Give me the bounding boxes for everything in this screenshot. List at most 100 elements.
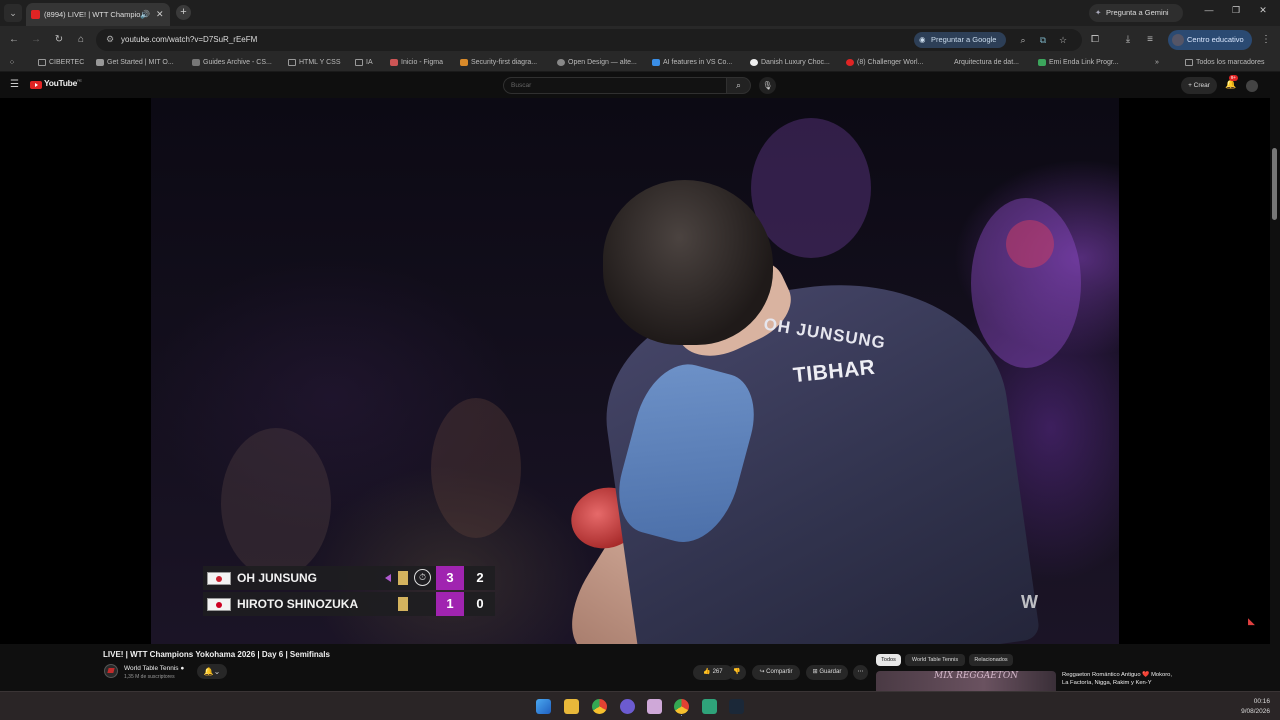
search-button[interactable]: ⌕	[727, 77, 751, 94]
file-explorer-icon[interactable]	[564, 699, 579, 714]
steam-icon[interactable]	[729, 699, 744, 714]
bookmark-label: IA	[366, 59, 373, 66]
url-text: youtube.com/watch?v=D7SuR_rEeFM	[121, 35, 258, 44]
minimize-icon[interactable]: —	[1202, 5, 1216, 15]
save-label: Guardar	[819, 669, 842, 675]
media-control-icon[interactable]: ≡	[1143, 33, 1157, 47]
bookmark-item[interactable]: CIBERTEC	[38, 54, 84, 71]
create-button[interactable]: + Crear	[1181, 77, 1217, 94]
bookmark-item[interactable]: Inicio - Figma	[390, 54, 443, 71]
youtube-logo-icon[interactable]	[30, 81, 42, 89]
window-close-icon[interactable]: ✕	[1256, 5, 1270, 16]
points-score: 2	[476, 570, 484, 585]
channel-name[interactable]: World Table Tennis ●	[124, 665, 184, 672]
ask-google-button[interactable]: ◉ Preguntar a Google	[914, 32, 1006, 48]
system-clock[interactable]: 00:16 9/08/2026	[1222, 697, 1270, 717]
restore-icon[interactable]: ❐	[1229, 5, 1243, 16]
youtube-logo-text[interactable]: YouTubePE	[44, 78, 82, 88]
notification-badge: 9+	[1229, 75, 1238, 81]
profile-button[interactable]: Centro educativo	[1168, 30, 1252, 50]
more-actions-icon[interactable]: ⋯	[853, 665, 868, 680]
bookmark-item[interactable]: Guides Archive - CS...	[192, 54, 272, 71]
gemini-button[interactable]: ✦ Pregunta a Gemini	[1089, 4, 1183, 22]
video-player[interactable]: OH JUNSUNG TIBHAR W OH JUNSUNG ⏱ 3 2 HIR…	[0, 98, 1270, 644]
apps-grid-icon[interactable]: ⁘	[5, 56, 19, 70]
extensions-icon[interactable]: ⧠	[1088, 33, 1102, 47]
share-label: Compartir	[766, 669, 793, 675]
bookmark-label: HTML Y CSS	[299, 59, 341, 66]
dislike-icon: 👎	[733, 669, 741, 675]
save-button[interactable]: ⊞ Guardar	[806, 665, 848, 680]
address-bar[interactable]: ⚙ youtube.com/watch?v=D7SuR_rEeFM ◉ Preg…	[96, 29, 1082, 51]
browser-tab-active[interactable]: (8994) LIVE! | WTT Champio 🔊 ✕	[26, 3, 170, 26]
more-bookmarks-icon[interactable]: »	[1155, 54, 1159, 71]
folder-icon	[355, 59, 363, 66]
app-icon[interactable]	[620, 699, 635, 714]
figma-icon	[390, 59, 398, 66]
browser-toolbar: ← → ↻ ⌂ ⚙ youtube.com/watch?v=D7SuR_rEeF…	[0, 26, 1280, 54]
bookmark-item[interactable]: AI features in VS Co...	[652, 54, 732, 71]
tab-search-button[interactable]: ⌄	[4, 4, 22, 22]
zoom-search-icon[interactable]: ⌕	[1016, 33, 1030, 47]
reload-icon[interactable]: ↻	[52, 33, 66, 47]
subscribed-bell-button[interactable]: 🔔⌄	[197, 664, 227, 679]
japan-flag-icon	[207, 598, 231, 611]
folder-icon	[38, 59, 46, 66]
channel-avatar[interactable]	[104, 664, 118, 678]
home-icon[interactable]: ⌂	[74, 33, 88, 47]
bookmark-star-icon[interactable]: ☆	[1056, 33, 1070, 47]
share-button[interactable]: ↪ Compartir	[752, 665, 800, 680]
dislike-button[interactable]: 👎	[728, 665, 746, 680]
video-frame[interactable]: OH JUNSUNG TIBHAR W	[151, 98, 1119, 644]
bookmark-label: Security-first diagra...	[471, 59, 538, 66]
bookmark-label: AI features in VS Co...	[663, 59, 733, 66]
bookmark-label: Danish Luxury Choc...	[761, 59, 830, 66]
page-scrollbar-thumb[interactable]	[1272, 148, 1277, 220]
bookmark-item[interactable]: Arquitectura de dat...	[943, 54, 1019, 71]
hamburger-menu-icon[interactable]: ☰	[10, 80, 19, 90]
card-indicator	[398, 571, 408, 585]
bookmark-item[interactable]: Get Started | MIT O...	[96, 54, 174, 71]
bookmark-item[interactable]: Security-first diagra...	[460, 54, 537, 71]
bookmark-item[interactable]: Danish Luxury Choc...	[750, 54, 830, 71]
bookmark-item[interactable]: HTML Y CSS	[288, 54, 341, 71]
bookmark-item[interactable]: Emi Enda Link Progr...	[1038, 54, 1119, 71]
clock-time: 00:16	[1253, 698, 1270, 705]
audio-playing-icon[interactable]: 🔊	[140, 3, 150, 26]
chrome-active-icon[interactable]	[674, 699, 689, 714]
avatar[interactable]	[1246, 80, 1258, 92]
like-button[interactable]: 👍 267	[693, 665, 733, 680]
chrome-icon[interactable]	[592, 699, 607, 714]
bookmark-item[interactable]: IA	[355, 54, 373, 71]
back-arrow-icon[interactable]: ←	[7, 33, 21, 47]
tab-close-icon[interactable]: ✕	[156, 3, 164, 26]
windows-start-icon[interactable]	[536, 699, 551, 714]
chip-channel[interactable]: World Table Tennis	[905, 654, 965, 666]
download-icon[interactable]: ⤓	[1121, 33, 1135, 47]
miniplayer-icon[interactable]: ◣	[1248, 616, 1255, 627]
forward-arrow-icon[interactable]: →	[29, 33, 43, 47]
bookmark-item[interactable]: Open Design — alte...	[557, 54, 637, 71]
browser-menu-icon[interactable]: ⋮	[1259, 33, 1273, 47]
recommended-title[interactable]: Reggaeton Romántico Antiguo ❤️ Mokoro, L…	[1062, 671, 1172, 691]
ask-google-label: Preguntar a Google	[931, 35, 997, 44]
site-favicon-icon	[557, 59, 565, 66]
translate-icon[interactable]: ⧉	[1036, 33, 1050, 47]
bookmark-item[interactable]: (8) Challenger Worl...	[846, 54, 923, 71]
new-tab-button[interactable]: +	[176, 5, 191, 20]
gemini-button-label: Pregunta a Gemini	[1106, 8, 1169, 17]
chip-all[interactable]: Todos	[876, 654, 901, 666]
recommended-thumbnail[interactable]: MIX REGGAETON	[876, 671, 1056, 691]
site-favicon-icon	[1038, 59, 1046, 66]
chip-related[interactable]: Relacionados	[969, 654, 1013, 666]
crowd-figure	[221, 428, 331, 578]
site-info-icon[interactable]: ⚙	[106, 34, 114, 45]
channel-subscribers: 1,35 M de suscriptores	[124, 674, 175, 680]
bookmark-label: Open Design — alte...	[568, 59, 637, 66]
search-input[interactable]: Buscar	[503, 77, 727, 94]
all-bookmarks-folder[interactable]: Todos los marcadores	[1185, 54, 1264, 71]
os-taskbar: 00:16 9/08/2026	[0, 691, 1280, 720]
app-icon[interactable]	[702, 699, 717, 714]
app-icon[interactable]	[647, 699, 662, 714]
voice-search-icon[interactable]: 🎙	[759, 77, 776, 94]
